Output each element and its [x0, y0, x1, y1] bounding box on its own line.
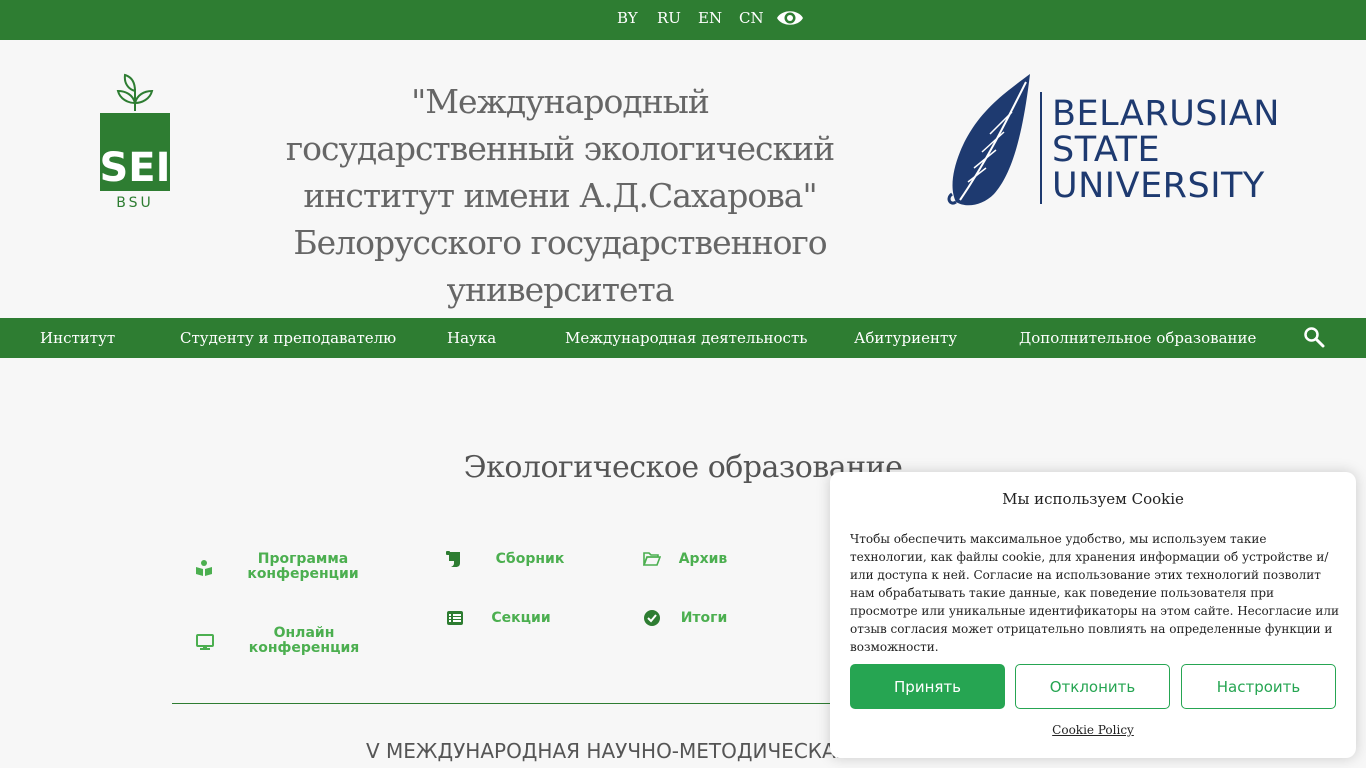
conference-title: V МЕЖДУНАРОДНАЯ НАУЧНО-МЕТОДИЧЕСКАЯ	[366, 739, 850, 763]
link-archive[interactable]: Архив	[673, 552, 733, 567]
nav-item-institute[interactable]: Институт	[40, 329, 115, 347]
desktop-icon	[196, 634, 214, 650]
bsu-divider	[1040, 92, 1042, 204]
nav-item-students[interactable]: Студенту и преподавателю	[180, 329, 396, 347]
cookie-title: Мы используем Cookie	[1002, 490, 1184, 508]
sei-logo-text: SEI	[99, 145, 170, 191]
cookie-decline-button[interactable]: Отклонить	[1015, 664, 1170, 709]
lang-ru[interactable]: RU	[657, 9, 681, 27]
nav-item-applicants[interactable]: Абитуриенту	[854, 329, 957, 347]
search-icon[interactable]	[1303, 326, 1325, 348]
eye-icon[interactable]	[776, 7, 804, 29]
book-icon	[196, 560, 212, 576]
list-icon	[447, 611, 463, 625]
bsu-logo-line-3: UNIVERSITY	[1052, 166, 1265, 206]
bsu-logo-line-2: STATE	[1052, 130, 1161, 170]
site-header: SEI BSU "Международный государственный э…	[0, 40, 1366, 318]
link-collection[interactable]: Сборник	[480, 552, 580, 567]
link-results[interactable]: Итоги	[674, 611, 734, 626]
scroll-icon	[446, 551, 460, 567]
nav-item-science[interactable]: Наука	[447, 329, 496, 347]
page-title: "Международный государственный экологиче…	[285, 82, 835, 309]
cookie-customize-button[interactable]: Настроить	[1181, 664, 1336, 709]
content-divider	[172, 703, 872, 704]
lang-by[interactable]: BY	[617, 9, 638, 27]
link-conference-program[interactable]: Программа конференции	[230, 552, 376, 582]
cookie-policy-link[interactable]: Cookie Policy	[830, 723, 1356, 737]
main-nav: Институт Студенту и преподавателю Наука …	[0, 318, 1366, 358]
top-bar: BY RU EN CN	[0, 0, 1366, 40]
check-circle-icon	[644, 610, 660, 626]
bsu-feather-logo[interactable]	[946, 72, 1036, 210]
cookie-banner: Мы используем Cookie Чтобы обеспечить ма…	[830, 472, 1356, 758]
cookie-text: Чтобы обеспечить максимальное удобство, …	[850, 532, 1340, 654]
lang-en[interactable]: EN	[698, 9, 722, 27]
lang-cn[interactable]: CN	[739, 9, 764, 27]
sei-logo[interactable]: SEI BSU	[98, 73, 172, 209]
cookie-accept-button[interactable]: Принять	[850, 664, 1005, 709]
link-online-conference[interactable]: Онлайн конференция	[232, 626, 376, 656]
bsu-logo-line-1: BELARUSIAN	[1052, 94, 1280, 134]
folder-open-icon	[643, 552, 661, 566]
sei-logo-sub: BSU	[116, 195, 154, 209]
nav-item-additional-education[interactable]: Дополнительное образование	[1019, 329, 1256, 347]
link-sections[interactable]: Секции	[478, 611, 564, 626]
nav-item-international[interactable]: Международная деятельность	[565, 329, 807, 347]
